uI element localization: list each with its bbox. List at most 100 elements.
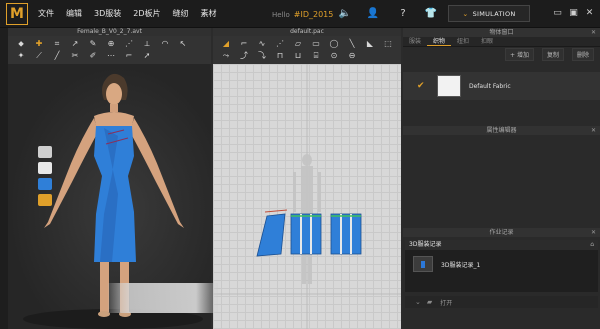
history-thumbnail — [413, 256, 433, 272]
fabric-swatch — [437, 75, 461, 97]
minimize-icon[interactable]: ▭ — [552, 8, 563, 19]
user-icon[interactable]: 👤 — [366, 7, 380, 21]
fold-icon[interactable]: ⋰ — [120, 38, 138, 49]
menu-bar: M 文件 编辑 3D服装 2D板片 缝纫 素材 Hello #ID_2015 🔈 … — [0, 0, 600, 28]
simulation-label: SIMULATION — [472, 9, 516, 18]
segment-icon[interactable]: ⌐ — [120, 50, 138, 61]
edit-curve-icon[interactable]: ∿ — [253, 38, 271, 49]
line-icon[interactable]: ╱ — [48, 50, 66, 61]
seam-allowance-icon[interactable]: ⬚ — [379, 38, 397, 49]
measure-icon[interactable]: ⟂ — [138, 38, 156, 49]
segment-sew-icon[interactable]: ⤳ — [217, 50, 235, 61]
buttonhole-icon[interactable]: ⊖ — [343, 50, 361, 61]
pin-icon[interactable]: ⊕ — [102, 38, 120, 49]
history-item-label: 3D服装记录_1 — [441, 261, 481, 269]
panel-2d-title: default.pac — [213, 28, 401, 36]
history-title-label: 作业记录 — [489, 229, 514, 236]
tab-garment[interactable]: 服装 — [403, 37, 427, 46]
panel-3d-title: Female_B_V0_2_7.avt — [8, 28, 211, 36]
object-toolbar: + 增加 复制 删除 — [403, 47, 600, 61]
history-header-label: 3D服装记录 — [409, 241, 442, 248]
tack-icon[interactable]: ⊓ — [271, 50, 289, 61]
fabric-name: Default Fabric — [469, 82, 511, 90]
select-mesh-icon[interactable]: ⌗ — [48, 38, 66, 49]
close-icon[interactable]: ✕ — [591, 28, 596, 37]
transform-pattern-icon[interactable]: ◢ — [217, 38, 235, 49]
left-strip — [0, 28, 8, 329]
brush-icon[interactable]: ✎ — [84, 38, 102, 49]
chevron-down-icon: ⌄ — [462, 9, 469, 18]
shirt-icon[interactable]: 👕 — [424, 7, 438, 21]
add-button[interactable]: + 增加 — [505, 47, 534, 61]
fabric-list-item[interactable]: ✔ Default Fabric — [403, 72, 600, 100]
toolbar-3d: ⬥ ✚ ⌗ ↗ ✎ ⊕ ⋰ ⟂ ◠ ↖ ✦ ⟋ ╱ ✂ ✐ ⋯ ⌐ ➚ — [8, 36, 211, 64]
check-icon: ✔ — [417, 81, 425, 91]
panel-2d: default.pac ◢ ⌐ ∿ ⋰ ▱ ▭ ◯ ╲ ◣ ⬚ ⤳ ⤴ ⤵ ⊓ … — [213, 28, 401, 329]
edit-pattern-icon[interactable]: ⌐ — [235, 38, 253, 49]
circle-icon[interactable]: ◯ — [325, 38, 343, 49]
menu-materials[interactable]: 素材 — [201, 8, 217, 19]
arrow-icon[interactable]: ↖ — [174, 38, 192, 49]
app-window: M 文件 编辑 3D服装 2D板片 缝纫 素材 Hello #ID_2015 🔈 … — [0, 0, 600, 329]
open-label: 打开 — [440, 299, 453, 307]
select-move-icon[interactable]: ⬥ — [12, 38, 30, 49]
draw-icon[interactable]: ✐ — [84, 50, 102, 61]
tape-icon[interactable]: ◠ — [156, 38, 174, 49]
toolbar-2d: ◢ ⌐ ∿ ⋰ ▱ ▭ ◯ ╲ ◣ ⬚ ⤳ ⤴ ⤵ ⊓ ⊔ ⌸ ⊙ ⊖ — [213, 36, 401, 64]
object-window-title: 物体窗口 ✕ — [403, 28, 600, 37]
app-logo: M — [6, 2, 28, 25]
wand-icon[interactable]: ✦ — [12, 50, 30, 61]
simulation-button[interactable]: ⌄ SIMULATION — [448, 5, 530, 22]
check-sew-icon[interactable]: ⤵ — [253, 50, 271, 61]
open-row[interactable]: ⌄ ▰ 打开 — [405, 296, 598, 308]
knife-icon[interactable]: ✂ — [66, 50, 84, 61]
internal-line-icon[interactable]: ╲ — [343, 38, 361, 49]
history-title: 作业记录 ✕ — [403, 228, 600, 237]
cursor-icon[interactable]: ➚ — [138, 50, 156, 61]
needle-icon[interactable]: ⟋ — [30, 50, 48, 61]
move-icon[interactable]: ✚ — [30, 38, 48, 49]
help-icon[interactable]: ? — [396, 7, 410, 21]
property-editor-title: 属性编辑器 ✕ — [403, 126, 600, 135]
button-icon[interactable]: ⊙ — [325, 50, 343, 61]
delete-button[interactable]: 删除 — [571, 47, 594, 61]
speaker-icon[interactable]: 🔈 — [338, 7, 352, 21]
tab-fabric[interactable]: 织物 — [427, 37, 452, 46]
menu-2d-pattern[interactable]: 2D板片 — [133, 8, 160, 19]
watermark-blur — [108, 283, 218, 313]
tab-button[interactable]: 纽扣 — [451, 37, 475, 46]
rectangle-icon[interactable]: ▭ — [307, 38, 325, 49]
chevron-down-icon[interactable]: ⌄ — [415, 298, 421, 306]
right-panel: 物体窗口 ✕ 服装 织物 纽扣 扣眼 + 增加 复制 删除 ✔ Default … — [403, 28, 600, 329]
object-window-label: 物体窗口 — [489, 29, 514, 36]
restore-icon[interactable]: ▣ — [568, 8, 579, 19]
close-icon[interactable]: ✕ — [591, 126, 596, 135]
dart-icon[interactable]: ◣ — [361, 38, 379, 49]
save-history-icon[interactable]: ⌂ — [590, 240, 594, 250]
menu-sewing[interactable]: 缝纫 — [173, 8, 189, 19]
user-greeting: Hello #ID_2015 — [272, 10, 333, 19]
fold-arrange-icon[interactable]: ⊔ — [289, 50, 307, 61]
pattern-grid[interactable] — [213, 64, 401, 329]
menu-edit[interactable]: 编辑 — [66, 8, 82, 19]
menu-file[interactable]: 文件 — [38, 8, 54, 19]
copy-button[interactable]: 复制 — [541, 47, 564, 61]
point-icon[interactable]: ↗ — [66, 38, 84, 49]
texture-edit-icon[interactable]: ⌸ — [307, 50, 325, 61]
user-id: #ID_2015 — [293, 10, 334, 19]
folder-icon: ▰ — [426, 298, 433, 306]
main-menu: 文件 编辑 3D服装 2D板片 缝纫 素材 — [38, 8, 229, 19]
menu-3d-garment[interactable]: 3D服装 — [94, 8, 121, 19]
user-prefix: Hello — [272, 11, 290, 19]
history-list: 3D服装记录 ⌂ 3D服装记录_1 — [405, 240, 598, 292]
tab-buttonhole[interactable]: 扣眼 — [475, 37, 499, 46]
free-sew-icon[interactable]: ⤴ — [235, 50, 253, 61]
pattern-pieces — [213, 64, 401, 329]
close-icon[interactable]: ✕ — [591, 228, 596, 237]
object-tabs: 服装 织物 纽扣 扣眼 — [403, 37, 600, 47]
close-icon[interactable]: ✕ — [584, 8, 595, 19]
seam-icon[interactable]: ⋯ — [102, 50, 120, 61]
add-point-icon[interactable]: ⋰ — [271, 38, 289, 49]
polygon-icon[interactable]: ▱ — [289, 38, 307, 49]
history-item[interactable]: 3D服装记录_1 — [413, 256, 598, 272]
